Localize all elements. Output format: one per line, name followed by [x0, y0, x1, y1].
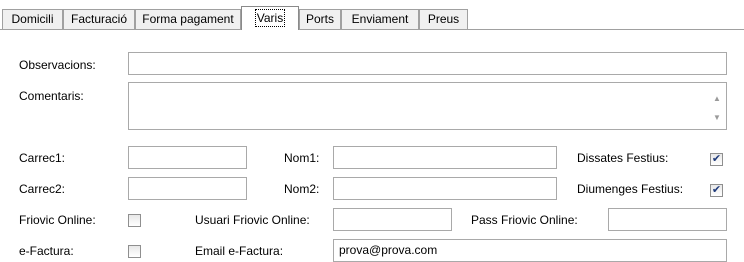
tab-varis[interactable]: Varis: [241, 6, 299, 30]
carrec1-input[interactable]: [128, 146, 247, 169]
efactura-label: e-Factura:: [19, 244, 74, 258]
friovic-online-checkbox[interactable]: [128, 214, 141, 227]
diumenges-festius-checkbox[interactable]: ✔: [710, 184, 723, 197]
nom2-input[interactable]: [333, 177, 557, 200]
email-efactura-input[interactable]: prova@prova.com: [333, 239, 727, 262]
check-icon: ✔: [711, 153, 722, 165]
carrec1-label: Carrec1:: [19, 151, 66, 165]
tab-strip: Domicili Facturació Forma pagament Varis…: [0, 0, 744, 30]
carrec2-label: Carrec2:: [19, 182, 66, 196]
tab-ports[interactable]: Ports: [299, 9, 341, 29]
nom1-input[interactable]: [333, 146, 557, 169]
efactura-checkbox[interactable]: [128, 245, 141, 258]
dissates-festius-label: Dissates Festius:: [577, 151, 669, 165]
comentaris-label: Comentaris:: [19, 89, 84, 103]
usuari-friovic-online-input[interactable]: [333, 208, 452, 231]
observacions-label: Observacions:: [19, 58, 96, 72]
comentaris-scrollbar[interactable]: ▲ ▼: [709, 83, 726, 129]
scroll-up-icon[interactable]: ▲: [713, 95, 721, 103]
tab-domicili[interactable]: Domicili: [2, 9, 63, 29]
dissates-festius-checkbox[interactable]: ✔: [710, 153, 723, 166]
usuari-friovic-online-label: Usuari Friovic Online:: [195, 213, 310, 227]
tab-preus[interactable]: Preus: [419, 9, 468, 29]
observacions-input[interactable]: [128, 52, 727, 75]
diumenges-festius-label: Diumenges Festius:: [577, 182, 684, 196]
scroll-down-icon[interactable]: ▼: [713, 114, 721, 122]
email-efactura-label: Email e-Factura:: [195, 244, 284, 258]
nom2-label: Nom2:: [284, 182, 320, 196]
tab-facturacio[interactable]: Facturació: [63, 9, 135, 29]
tab-enviament[interactable]: Enviament: [341, 9, 419, 29]
carrec2-input[interactable]: [128, 177, 247, 200]
tab-forma-pagament[interactable]: Forma pagament: [135, 9, 241, 29]
pass-friovic-online-input[interactable]: [608, 208, 727, 231]
comentaris-textarea[interactable]: ▲ ▼: [128, 82, 727, 130]
check-icon: ✔: [711, 184, 722, 196]
friovic-online-label: Friovic Online:: [19, 213, 96, 227]
pass-friovic-online-label: Pass Friovic Online:: [471, 213, 578, 227]
varis-panel: Observacions: Comentaris: ▲ ▼ Carrec1: N…: [0, 30, 744, 262]
nom1-label: Nom1:: [284, 151, 320, 165]
